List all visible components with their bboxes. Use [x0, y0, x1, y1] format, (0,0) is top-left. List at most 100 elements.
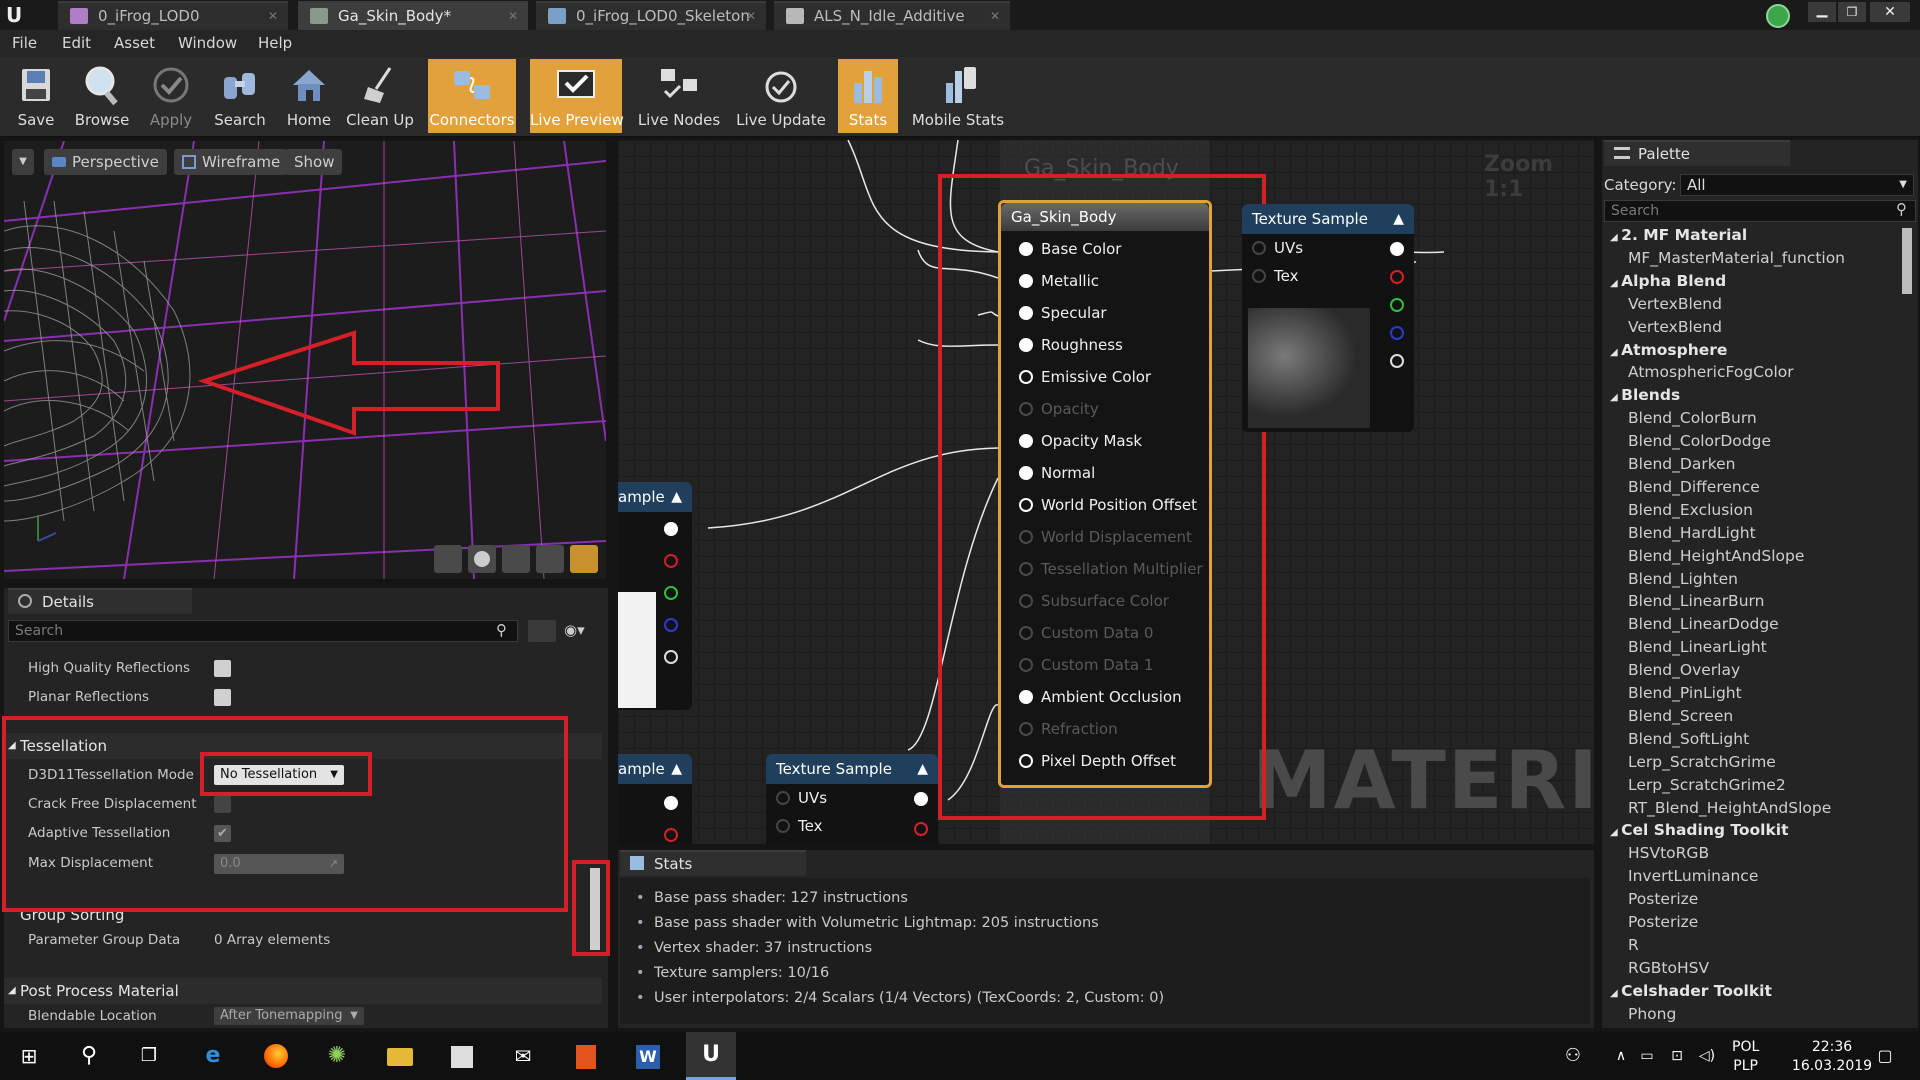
palette-category[interactable]: ◢ Blends [1610, 386, 1680, 404]
r-output-pin[interactable] [664, 554, 678, 568]
clock[interactable]: 22:36 16.03.2019 [1790, 1038, 1874, 1076]
rgb-output-pin[interactable] [1390, 242, 1404, 256]
details-tab[interactable]: Details [8, 588, 192, 614]
tab-als-idle[interactable]: ALS_N_Idle_Additive ✕ [774, 1, 1010, 30]
apply-button[interactable]: Apply [140, 59, 202, 133]
category-dropdown[interactable]: All ▼ [1680, 174, 1914, 196]
volume-icon[interactable]: ◁) [1690, 1040, 1724, 1072]
app-icon[interactable]: ✺ [320, 1040, 354, 1072]
texture-sample-node-top[interactable]: Texture Sample ▲ UVs Tex [1242, 204, 1414, 432]
palette-item[interactable]: Lerp_ScratchGrime [1628, 753, 1776, 771]
menu-window[interactable]: Window [178, 34, 237, 52]
tab-frog-skeleton[interactable]: 0_iFrog_LOD0_Skeleton ✕ [536, 1, 766, 30]
palette-item[interactable]: Posterize [1628, 890, 1698, 908]
palette-item[interactable]: MF_MasterMaterial_function [1628, 249, 1845, 267]
uvs-input-pin[interactable]: UVs [770, 784, 827, 812]
palette-category[interactable]: ◢ Celshader Toolkit [1610, 982, 1772, 1000]
palette-item[interactable]: Blend_ColorBurn [1628, 409, 1757, 427]
word-icon[interactable]: W [630, 1040, 664, 1072]
palette-item[interactable]: Posterize [1628, 913, 1698, 931]
notifications-icon[interactable]: ▢ [1868, 1040, 1902, 1072]
preview-viewport[interactable]: ▼ Perspective Wireframe Show [4, 141, 606, 579]
palette-item[interactable]: Blend_Exclusion [1628, 501, 1753, 519]
task-view-icon[interactable]: ❐ [132, 1040, 166, 1072]
palette-item[interactable]: RGBtoHSV [1628, 959, 1709, 977]
close-window-button[interactable]: ✕ [1870, 2, 1910, 22]
palette-item[interactable]: InvertLuminance [1628, 867, 1758, 885]
g-output-pin[interactable] [1390, 298, 1404, 312]
texture-sample-node-bottom[interactable]: Texture Sample ▲ UVs Tex [766, 754, 938, 844]
browse-button[interactable]: Browse [70, 59, 134, 133]
home-button[interactable]: Home [278, 59, 340, 133]
palette-item[interactable]: Blend_HardLight [1628, 524, 1756, 542]
menu-asset[interactable]: Asset [114, 34, 155, 52]
source-control-icon[interactable] [1766, 4, 1790, 28]
connectors-toggle[interactable]: Connectors [428, 59, 516, 133]
r-output-pin[interactable] [914, 822, 928, 836]
tex-input-pin[interactable]: Tex [770, 812, 822, 840]
a-output-pin[interactable] [664, 650, 678, 664]
palette-item[interactable]: Blend_HeightAndSlope [1628, 547, 1804, 565]
viewport-options-button[interactable]: ▼ [12, 149, 34, 175]
palette-item[interactable]: Blend_ColorDodge [1628, 432, 1771, 450]
palette-item[interactable]: Blend_Screen [1628, 707, 1733, 725]
palette-item[interactable]: Blend_Overlay [1628, 661, 1740, 679]
palette-item[interactable]: R [1628, 936, 1639, 954]
r-output-pin[interactable] [1390, 270, 1404, 284]
tex-input-pin[interactable]: Tex [1246, 262, 1298, 290]
planar-reflections-checkbox[interactable] [214, 689, 231, 706]
palette-item[interactable]: VertexBlend [1628, 318, 1722, 336]
details-scrollbar[interactable] [590, 868, 600, 950]
windows-start-icon[interactable]: ⊞ [12, 1040, 46, 1072]
maximize-button[interactable]: ❐ [1838, 2, 1866, 22]
live-nodes-button[interactable]: Live Nodes [634, 59, 724, 133]
palette-item[interactable]: Blend_SoftLight [1628, 730, 1749, 748]
palette-item[interactable]: VertexBlend [1628, 295, 1722, 313]
minimize-button[interactable]: ▁ [1808, 2, 1836, 22]
unreal-engine-icon[interactable]: U [686, 1032, 736, 1080]
palette-item[interactable]: Blend_LinearBurn [1628, 592, 1764, 610]
unreal-logo-icon[interactable]: U [6, 3, 30, 27]
palette-item[interactable]: AtmosphericFogColor [1628, 363, 1794, 381]
collapse-icon[interactable]: ▲ [671, 754, 682, 784]
office-icon[interactable] [568, 1040, 602, 1072]
edge-browser-icon[interactable]: e [196, 1040, 230, 1072]
blendable-dropdown[interactable]: After Tonemapping ▼ [214, 1007, 364, 1025]
palette-item[interactable]: RT_Blend_HeightAndSlope [1628, 799, 1831, 817]
file-explorer-icon[interactable] [382, 1040, 416, 1072]
preview-sphere-button[interactable] [468, 545, 496, 573]
palette-item[interactable]: Blend_PinLight [1628, 684, 1742, 702]
rgb-output-pin[interactable] [914, 792, 928, 806]
palette-item[interactable]: HSVtoRGB [1628, 844, 1709, 862]
cleanup-button[interactable]: Clean Up [344, 59, 416, 133]
tab-frog-lod0[interactable]: 0_iFrog_LOD0 ✕ [58, 1, 288, 30]
menu-edit[interactable]: Edit [62, 34, 91, 52]
palette-tab[interactable]: Palette [1604, 140, 1790, 166]
collapse-icon[interactable]: ▲ [671, 482, 682, 512]
mail-icon[interactable]: ✉ [506, 1040, 540, 1072]
tab-ga-skin-body[interactable]: Ga_Skin_Body* ✕ [298, 1, 528, 30]
texture-sample-node-left[interactable]: ample ▲ [618, 482, 692, 710]
hq-reflections-checkbox[interactable] [214, 660, 231, 677]
close-tab-icon[interactable]: ✕ [268, 3, 278, 29]
palette-item[interactable]: Blend_Difference [1628, 478, 1760, 496]
close-tab-icon[interactable]: ✕ [508, 3, 518, 29]
preview-plane-button[interactable] [502, 545, 530, 573]
close-tab-icon[interactable]: ✕ [746, 3, 756, 29]
palette-scrollbar[interactable] [1902, 228, 1912, 294]
material-graph[interactable]: Zoom 1:1 MATERIAL Ga_Skin_Body Ga_Skin_B… [618, 140, 1594, 844]
stats-tab[interactable]: Stats [620, 850, 806, 876]
palette-category[interactable]: ◢ Atmosphere [1610, 341, 1727, 359]
collapse-icon[interactable]: ▲ [917, 754, 928, 784]
preview-mesh-button[interactable] [570, 545, 598, 573]
view-options-eye-icon[interactable]: ◉▾ [564, 621, 585, 639]
palette-item[interactable]: Lerp_ScratchGrime2 [1628, 776, 1786, 794]
search-button[interactable]: Search [208, 59, 272, 133]
property-matrix-button[interactable] [528, 620, 556, 642]
close-tab-icon[interactable]: ✕ [990, 3, 1000, 29]
details-search-input[interactable]: Search [8, 620, 518, 642]
b-output-pin[interactable] [664, 618, 678, 632]
palette-category[interactable]: ◢ Alpha Blend [1610, 272, 1726, 290]
collapse-icon[interactable]: ▲ [1393, 204, 1404, 234]
save-button[interactable]: Save [6, 59, 66, 133]
